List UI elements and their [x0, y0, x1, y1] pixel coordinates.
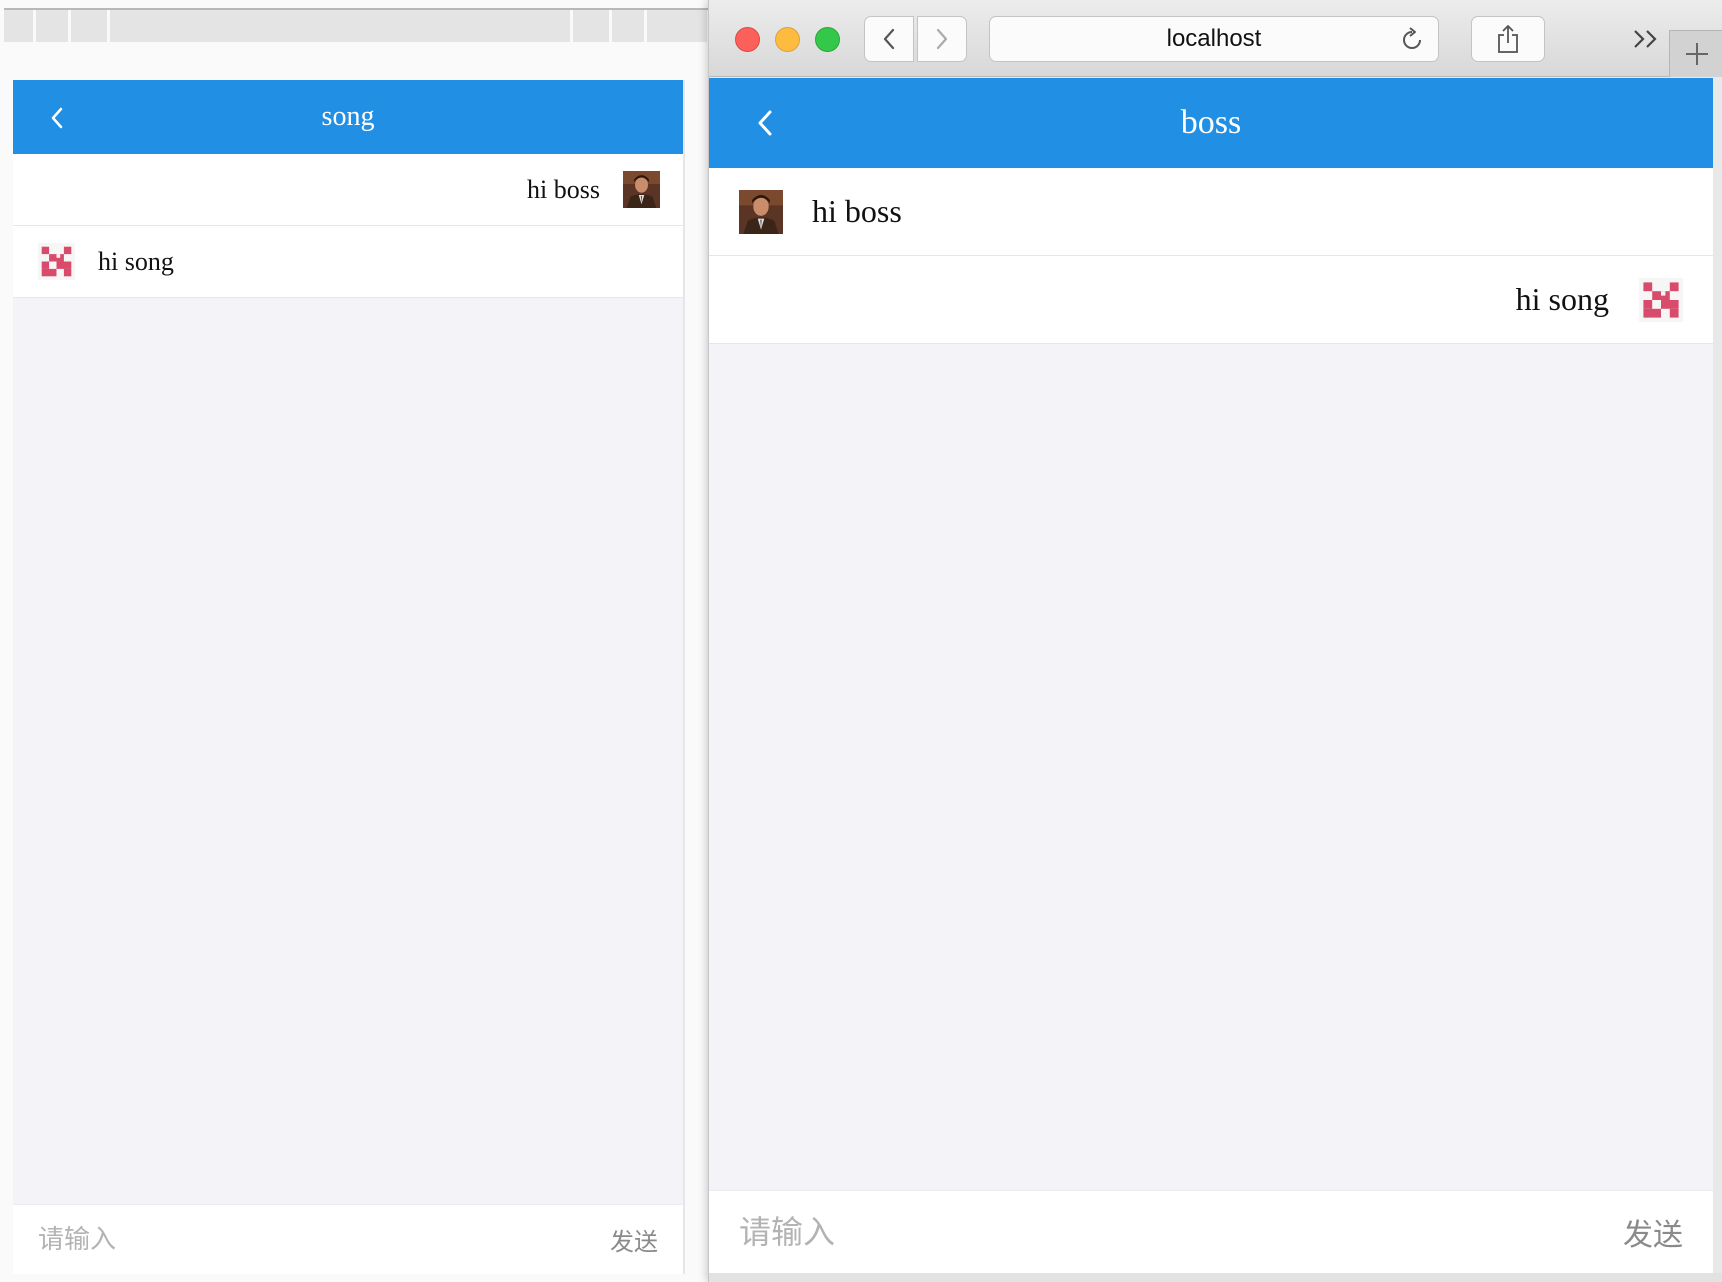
- chevron-left-icon: [51, 107, 63, 129]
- left-chat-page: song hi boss hi song 请输入 发送: [13, 80, 685, 1274]
- message-text: hi boss: [527, 174, 600, 204]
- navbar: boss: [709, 78, 1713, 168]
- message-row: hi song: [709, 256, 1713, 344]
- plus-icon: [1685, 43, 1708, 65]
- message-text: hi boss: [812, 193, 902, 229]
- new-tab-button[interactable]: [1669, 30, 1722, 77]
- navbar: song: [13, 80, 683, 154]
- message-row: hi song: [13, 226, 683, 298]
- tab-segment[interactable]: [110, 10, 570, 42]
- browser-back-button[interactable]: [864, 16, 914, 62]
- boss-avatar: [739, 189, 783, 234]
- reload-icon[interactable]: [1398, 26, 1426, 54]
- send-button[interactable]: 发送: [1623, 1210, 1683, 1254]
- tab-segment[interactable]: [647, 10, 707, 42]
- back-button[interactable]: [37, 98, 77, 138]
- right-chat-page: boss hi boss hi song 请输入 发送: [709, 78, 1713, 1273]
- safari-window: localhost boss hi boss hi song 请输入 发送: [708, 0, 1722, 1282]
- tab-segment[interactable]: [71, 10, 107, 42]
- left-browser-window: song hi boss hi song 请输入 发送: [0, 0, 708, 1282]
- input-bar: 发送: [13, 1204, 683, 1274]
- overflow-chevrons-icon[interactable]: [1629, 24, 1665, 54]
- input-bar: 发送: [709, 1190, 1713, 1273]
- chat-title: boss: [1180, 104, 1242, 141]
- address-bar[interactable]: localhost: [989, 16, 1439, 62]
- zoom-window-button[interactable]: [815, 27, 840, 52]
- chat-title: song: [321, 101, 375, 132]
- close-window-button[interactable]: [735, 27, 760, 52]
- share-button[interactable]: [1471, 16, 1545, 62]
- chevron-left-icon: [758, 110, 772, 136]
- share-icon: [1498, 25, 1518, 53]
- tab-segment[interactable]: [612, 10, 644, 42]
- message-text: hi song: [1515, 281, 1609, 317]
- minimize-window-button[interactable]: [775, 27, 800, 52]
- send-button[interactable]: 发送: [610, 1222, 658, 1257]
- boss-avatar: [623, 171, 660, 208]
- message-input[interactable]: [739, 1213, 1099, 1251]
- address-url: localhost: [1166, 25, 1262, 52]
- browser-forward-button[interactable]: [917, 16, 967, 62]
- message-row: hi boss: [13, 154, 683, 226]
- desktop: song hi boss hi song 请输入 发送 localhost bo…: [0, 0, 1722, 1282]
- song-avatar: [1639, 277, 1683, 322]
- message-text: hi song: [98, 246, 174, 276]
- window-bottom-edge: [709, 1273, 1722, 1282]
- message-row: hi boss: [709, 168, 1713, 256]
- song-avatar: [38, 243, 75, 280]
- tab-segment[interactable]: [573, 10, 609, 42]
- back-button[interactable]: [745, 103, 785, 143]
- left-tab-strip: [4, 8, 708, 42]
- chevron-left-icon: [883, 28, 895, 50]
- tab-segment[interactable]: [4, 10, 33, 42]
- tab-segment[interactable]: [36, 10, 68, 42]
- message-input[interactable]: [38, 1224, 338, 1255]
- browser-toolbar: localhost: [709, 0, 1722, 77]
- chevron-right-icon: [936, 28, 948, 50]
